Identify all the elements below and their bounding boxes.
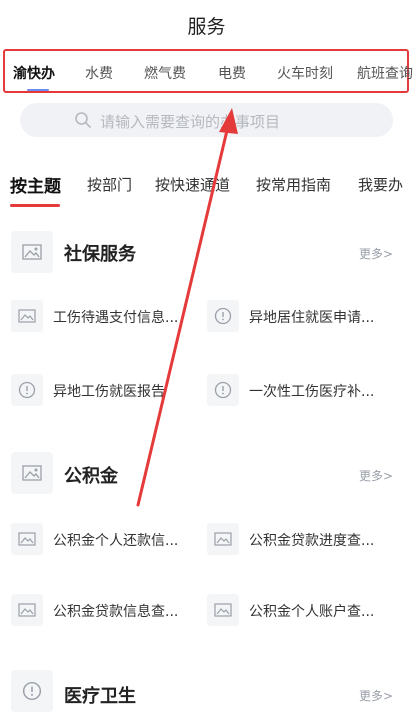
image-icon xyxy=(11,594,43,626)
image-icon xyxy=(207,523,239,555)
tab-gas-fee[interactable]: 燃气费 xyxy=(144,63,186,83)
subtab-i-want-to-handle[interactable]: 我要办 xyxy=(358,174,403,195)
tab-electricity-fee[interactable]: 电费 xyxy=(218,63,246,83)
section-title-housing-fund: 公积金 xyxy=(64,466,118,487)
image-icon xyxy=(11,231,53,273)
search-icon xyxy=(75,112,91,128)
item-label: 公积金个人还款信... xyxy=(53,533,179,549)
tab-water-fee[interactable]: 水费 xyxy=(85,63,113,83)
more-link-housing-fund[interactable]: 更多> xyxy=(359,467,393,484)
info-icon xyxy=(11,374,43,406)
subtab-bar: 按主题 按部门 按快速通道 按常用指南 我要办 xyxy=(0,172,413,212)
subtab-by-guide[interactable]: 按常用指南 xyxy=(256,174,331,195)
search-placeholder: 请输入需要查询的办事项目 xyxy=(100,113,281,131)
section-title-social-security: 社保服务 xyxy=(64,244,136,265)
search-input[interactable]: 请输入需要查询的办事项目 xyxy=(20,103,393,137)
item-label: 一次性工伤医疗补... xyxy=(249,384,375,400)
image-icon xyxy=(11,523,43,555)
section-title-healthcare: 医疗卫生 xyxy=(64,686,136,707)
category-tabs: 渝快办 水费 燃气费 电费 火车时刻 航班查询 xyxy=(3,49,413,93)
subtab-by-fast-channel[interactable]: 按快速通道 xyxy=(155,174,230,195)
item-label: 工伤待遇支付信息... xyxy=(53,310,179,326)
image-icon xyxy=(207,594,239,626)
item-label: 异地工伤就医报告 xyxy=(53,384,165,400)
page-title: 服务 xyxy=(187,16,226,38)
item-label: 公积金贷款信息查... xyxy=(53,604,179,620)
tab-train-schedule[interactable]: 火车时刻 xyxy=(277,63,333,83)
image-icon xyxy=(11,300,43,332)
item-label: 公积金个人账户查... xyxy=(249,604,375,620)
info-icon xyxy=(11,670,53,712)
item-label: 公积金贷款进度查... xyxy=(249,533,375,549)
subtab-active-indicator xyxy=(10,204,60,207)
subtab-by-theme[interactable]: 按主题 xyxy=(10,172,61,197)
more-link-healthcare[interactable]: 更多> xyxy=(359,687,393,704)
more-link-social-security[interactable]: 更多> xyxy=(359,245,393,262)
info-icon xyxy=(207,300,239,332)
tab-flight-query[interactable]: 航班查询 xyxy=(357,63,413,83)
tab-active-indicator xyxy=(27,89,49,91)
info-icon xyxy=(207,374,239,406)
item-label: 异地居住就医申请... xyxy=(249,310,375,326)
subtab-by-department[interactable]: 按部门 xyxy=(87,174,132,195)
tab-yukuaiban[interactable]: 渝快办 xyxy=(13,63,55,83)
image-icon xyxy=(11,452,53,494)
